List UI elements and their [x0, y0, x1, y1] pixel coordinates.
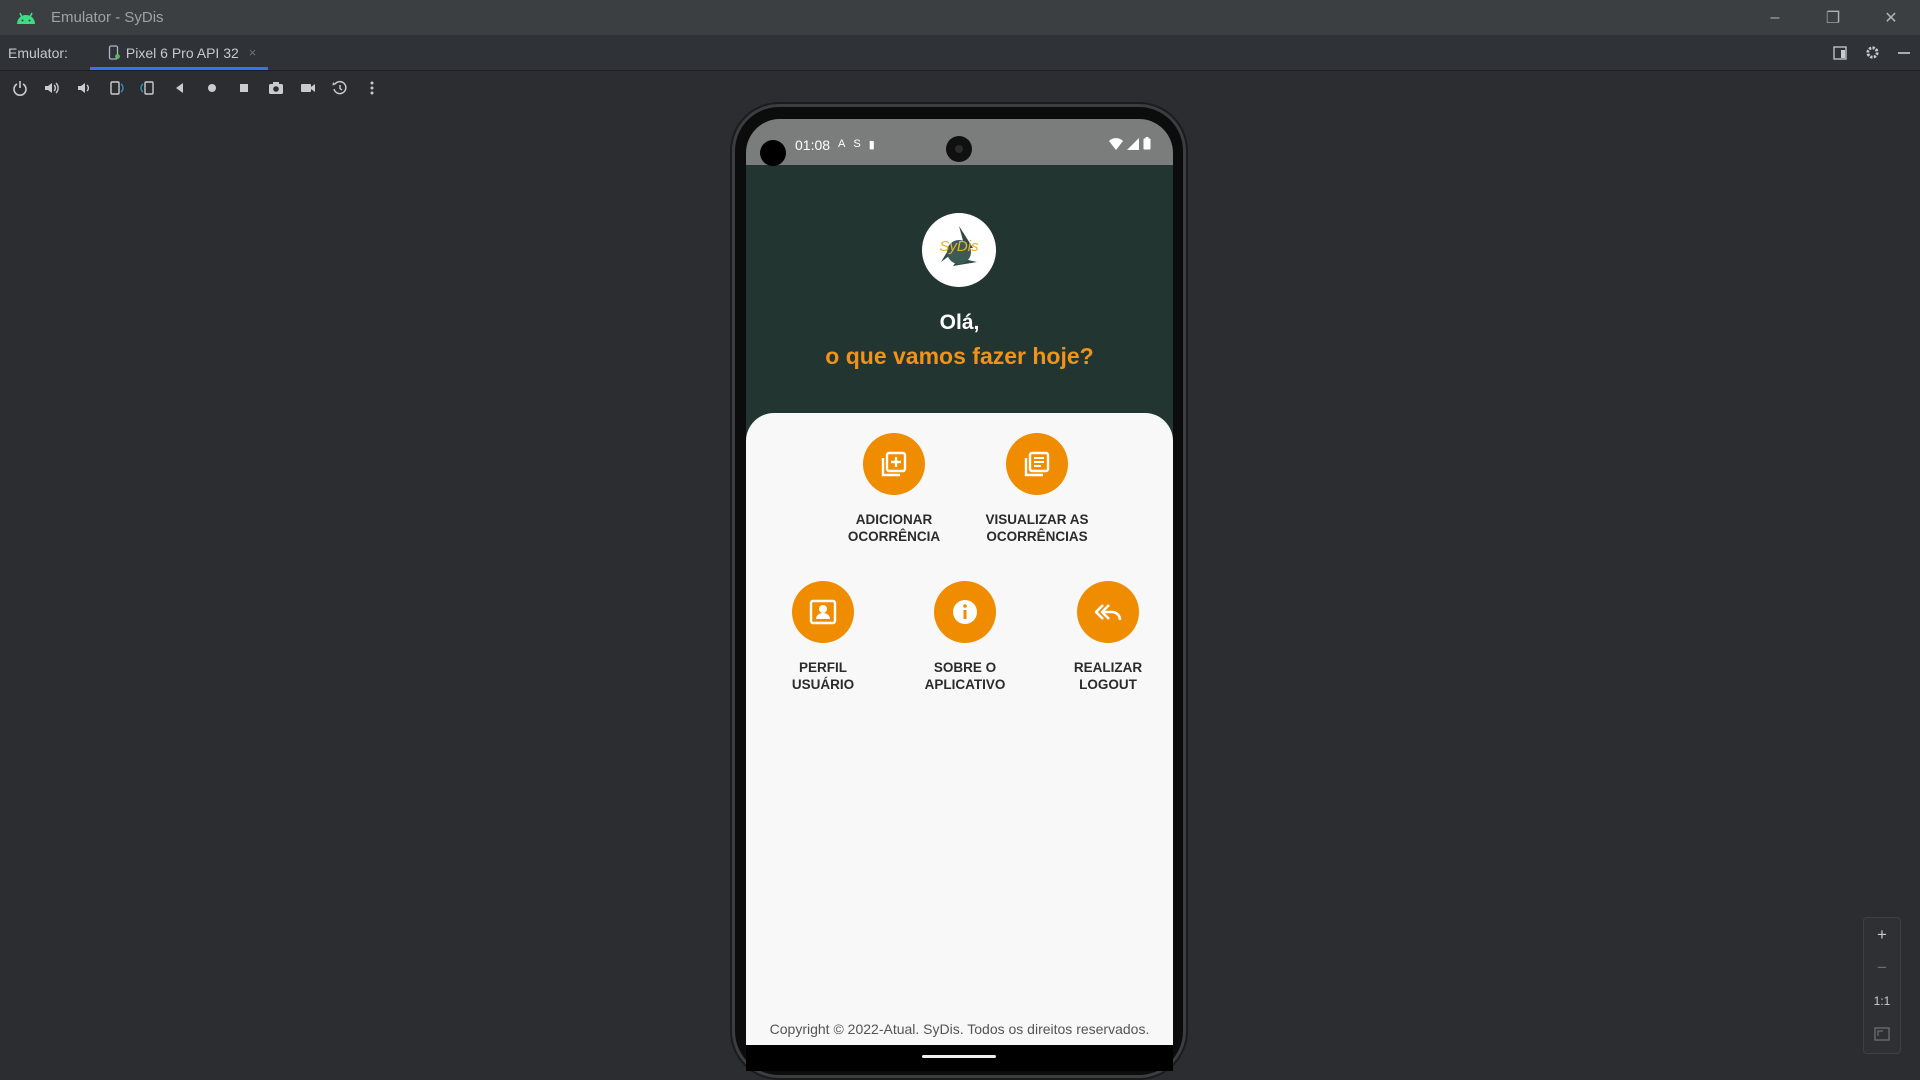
- action-label: USUÁRIO: [791, 677, 855, 692]
- rotate-right-icon[interactable]: [132, 71, 164, 105]
- emulator-toolbar: [0, 71, 1920, 105]
- status-time: 01:08: [795, 137, 831, 153]
- device-frame: 01:08 A S ▮ SyDis Olá, o que vamos fazer…: [735, 107, 1183, 1075]
- rotate-left-icon[interactable]: [100, 71, 132, 105]
- logout-icon: [1077, 581, 1139, 643]
- close-button[interactable]: ✕: [1862, 0, 1920, 35]
- app-header: SyDis Olá, o que vamos fazer hoje?: [746, 165, 1173, 405]
- logo-text: SyDis: [939, 238, 979, 255]
- volume-down-icon[interactable]: [68, 71, 100, 105]
- settings-gear-icon[interactable]: [1856, 35, 1888, 70]
- more-icon[interactable]: [356, 71, 388, 105]
- snapshot-icon[interactable]: [324, 71, 356, 105]
- list-icon: [1006, 433, 1068, 495]
- android-studio-icon: [15, 10, 37, 26]
- screenshot-icon[interactable]: [260, 71, 292, 105]
- app-logo: SyDis: [922, 213, 996, 287]
- overview-icon[interactable]: [228, 71, 260, 105]
- action-label: VISUALIZAR AS: [985, 512, 1089, 527]
- volume-up-icon[interactable]: [36, 71, 68, 105]
- actions-panel: ADICIONAR OCORRÊNCIA VISUALIZAR AS OCORR…: [746, 413, 1173, 1063]
- subtitle-text: o que vamos fazer hoje?: [825, 343, 1094, 369]
- emulator-label: Emulator:: [8, 44, 68, 61]
- notification-icon: S: [853, 138, 861, 150]
- action-label: LOGOUT: [1079, 677, 1137, 692]
- back-icon[interactable]: [164, 71, 196, 105]
- wifi-icon: [1109, 137, 1123, 153]
- home-icon[interactable]: [196, 71, 228, 105]
- action-label: PERFIL: [798, 660, 847, 675]
- signal-icon: [1127, 137, 1139, 153]
- action-label: OCORRÊNCIA: [847, 529, 941, 544]
- device-icon: [108, 45, 120, 60]
- user-profile-button[interactable]: PERFIL USUÁRIO: [753, 581, 893, 693]
- tab-label: Pixel 6 Pro API 32: [125, 44, 239, 61]
- status-bar: 01:08 A S ▮: [746, 119, 1173, 166]
- tab-pixel-6-pro[interactable]: Pixel 6 Pro API 32 ×: [89, 35, 269, 70]
- gesture-nav-bar: [746, 1045, 1173, 1071]
- info-icon: [934, 581, 996, 643]
- sd-card-icon: ▮: [868, 139, 875, 151]
- view-occurrences-button[interactable]: VISUALIZAR AS OCORRÊNCIAS: [967, 433, 1107, 545]
- notification-icon: A: [838, 138, 846, 150]
- maximize-button[interactable]: ❐: [1804, 0, 1862, 35]
- window-title: Emulator - SyDis: [51, 9, 164, 26]
- zoom-1-to-1-button[interactable]: 1:1: [1864, 984, 1900, 1017]
- copyright-text: Copyright © 2022-Atual. SyDis. Todos os …: [769, 1021, 1150, 1037]
- screen-record-icon[interactable]: [292, 71, 324, 105]
- zoom-in-button[interactable]: +: [1864, 918, 1900, 951]
- hide-panel-icon[interactable]: [1888, 35, 1920, 70]
- logout-button[interactable]: REALIZAR LOGOUT: [1038, 581, 1173, 693]
- layout-icon[interactable]: [1824, 35, 1856, 70]
- minimize-button[interactable]: –: [1746, 0, 1804, 35]
- profile-icon: [792, 581, 854, 643]
- fit-screen-icon[interactable]: [1864, 1017, 1900, 1050]
- camera-dot: [760, 140, 786, 166]
- action-label: APLICATIVO: [924, 677, 1006, 692]
- title-bar: Emulator - SyDis – ❐ ✕: [0, 0, 1920, 35]
- zoom-out-button[interactable]: −: [1864, 951, 1900, 984]
- action-label: REALIZAR: [1073, 660, 1143, 675]
- tab-close-icon[interactable]: ×: [249, 45, 257, 60]
- power-icon[interactable]: [4, 71, 36, 105]
- action-label: ADICIONAR: [855, 512, 933, 527]
- device-screen[interactable]: 01:08 A S ▮ SyDis Olá, o que vamos fazer…: [746, 119, 1173, 1071]
- add-note-icon: [863, 433, 925, 495]
- zoom-controls: + − 1:1: [1863, 917, 1901, 1054]
- emulator-tab-bar: Emulator: Pixel 6 Pro API 32 ×: [0, 35, 1920, 71]
- action-label: SOBRE O: [933, 660, 997, 675]
- greeting-text: Olá,: [939, 311, 980, 334]
- action-label: OCORRÊNCIAS: [986, 529, 1088, 544]
- status-notification-icons: A S ▮: [838, 138, 875, 151]
- add-occurrence-button[interactable]: ADICIONAR OCORRÊNCIA: [824, 433, 964, 545]
- front-camera: [946, 136, 972, 162]
- about-app-button[interactable]: SOBRE O APLICATIVO: [895, 581, 1035, 693]
- battery-icon: [1143, 137, 1151, 153]
- home-handle[interactable]: [922, 1055, 996, 1058]
